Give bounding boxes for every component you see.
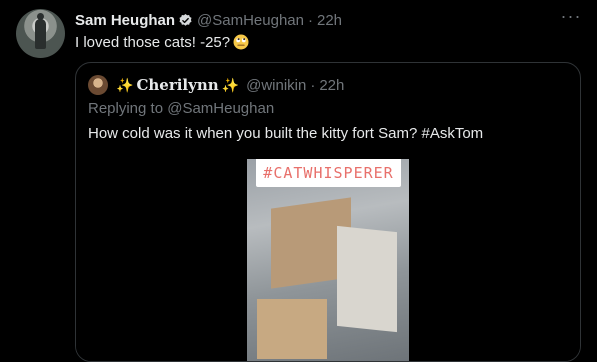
quoted-author-avatar[interactable] (88, 75, 108, 95)
verified-badge-icon (179, 13, 192, 26)
more-options-icon[interactable]: ··· (558, 7, 584, 28)
quoted-author-handle[interactable]: @winikin (246, 77, 306, 94)
sparkles-emoji-left: ✨ (116, 76, 134, 93)
cardboard-flap-shape (257, 299, 327, 359)
tweet-body: I loved those cats! -25? (75, 34, 231, 51)
replying-to-label: Replying to (88, 100, 164, 117)
quoted-author-name[interactable]: Cherilynn (136, 76, 218, 94)
quoted-tweet[interactable]: ✨ Cherilynn ✨ @winikin · 22h Replying to… (75, 62, 581, 362)
quoted-tweet-text: How cold was it when you built the kitty… (88, 125, 484, 142)
tweet-header: Sam Heughan @SamHeughan · 22h (75, 10, 342, 30)
quoted-timestamp[interactable]: 22h (319, 77, 344, 94)
tweet-text: I loved those cats! -25? (75, 33, 249, 53)
separator-dot: · (308, 11, 313, 29)
media-caption: #CATWHISPERER (256, 159, 401, 187)
author-avatar[interactable] (16, 9, 65, 58)
tweet-timestamp[interactable]: 22h (317, 12, 342, 29)
author-handle[interactable]: @SamHeughan (197, 12, 304, 29)
author-name[interactable]: Sam Heughan (75, 12, 175, 29)
quoted-media[interactable]: #CATWHISPERER (76, 159, 580, 361)
quoted-separator-dot: · (310, 76, 316, 94)
sparkles-emoji-right: ✨ (221, 76, 240, 93)
face-with-rolling-eyes-emoji-icon (233, 34, 249, 50)
cardboard-panel-shape (337, 225, 397, 333)
quoted-tweet-header: ✨ Cherilynn ✨ @winikin · 22h (88, 75, 344, 95)
replying-to-line: Replying to @SamHeughan (88, 100, 274, 117)
story-video-frame[interactable]: #CATWHISPERER (247, 159, 409, 361)
replying-to-handle[interactable]: @SamHeughan (167, 100, 274, 117)
